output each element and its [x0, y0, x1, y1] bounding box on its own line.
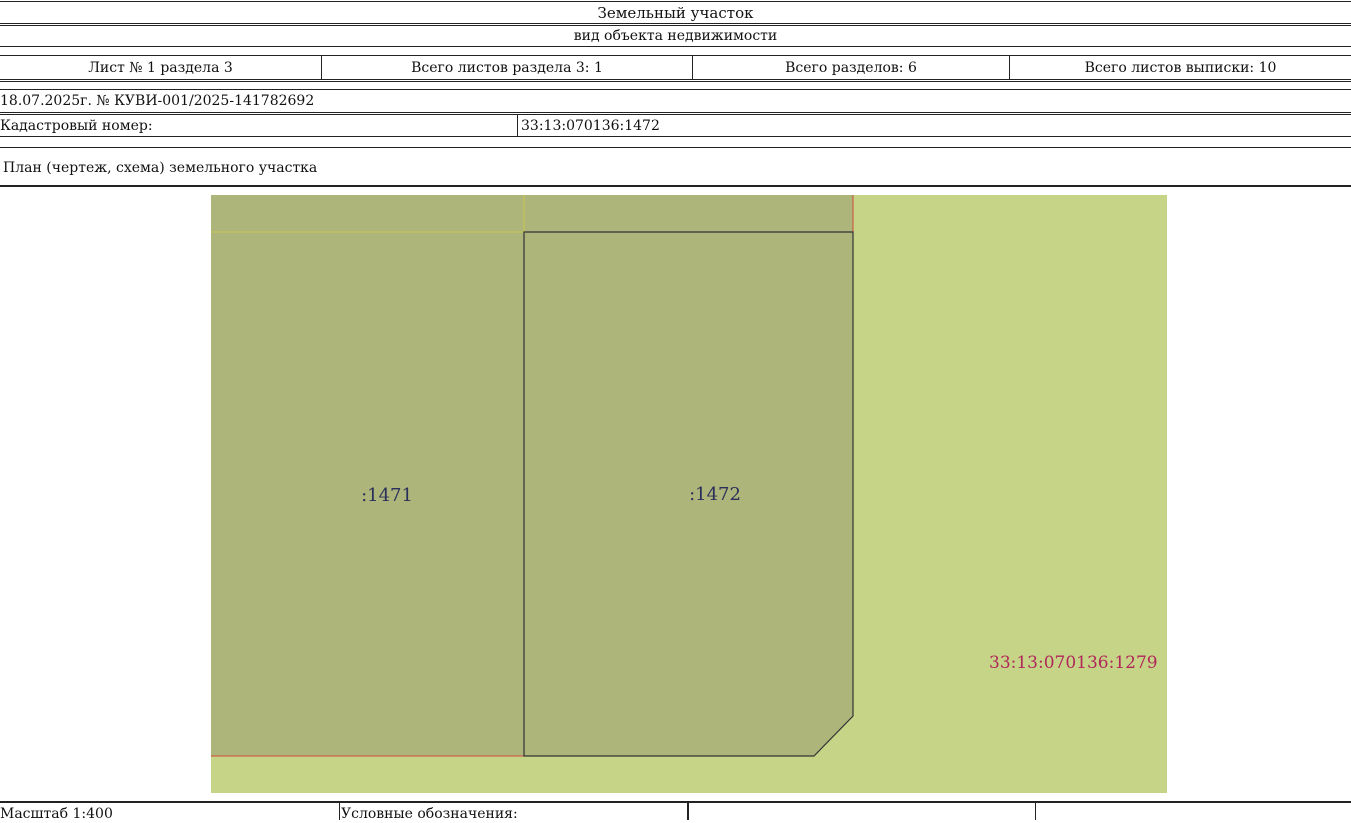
parcel-1471-area: [211, 195, 524, 756]
cell-divider: [339, 802, 340, 820]
cell-divider: [687, 802, 689, 820]
legend-label: Условные обозначения:: [341, 806, 518, 822]
parcel-label-1472: :1472: [689, 484, 741, 505]
neighbor-parcel-label: 33:13:070136:1279: [989, 653, 1158, 673]
scale-label: Масштаб 1:400: [0, 806, 113, 822]
parcel-label-1471: :1471: [361, 485, 413, 506]
land-plan-drawing: :1471 :1472 33:13:070136:1279: [211, 195, 1167, 793]
rule: [0, 801, 1351, 803]
cell-divider: [1035, 802, 1036, 820]
parcel-upper-strip: [524, 195, 853, 232]
